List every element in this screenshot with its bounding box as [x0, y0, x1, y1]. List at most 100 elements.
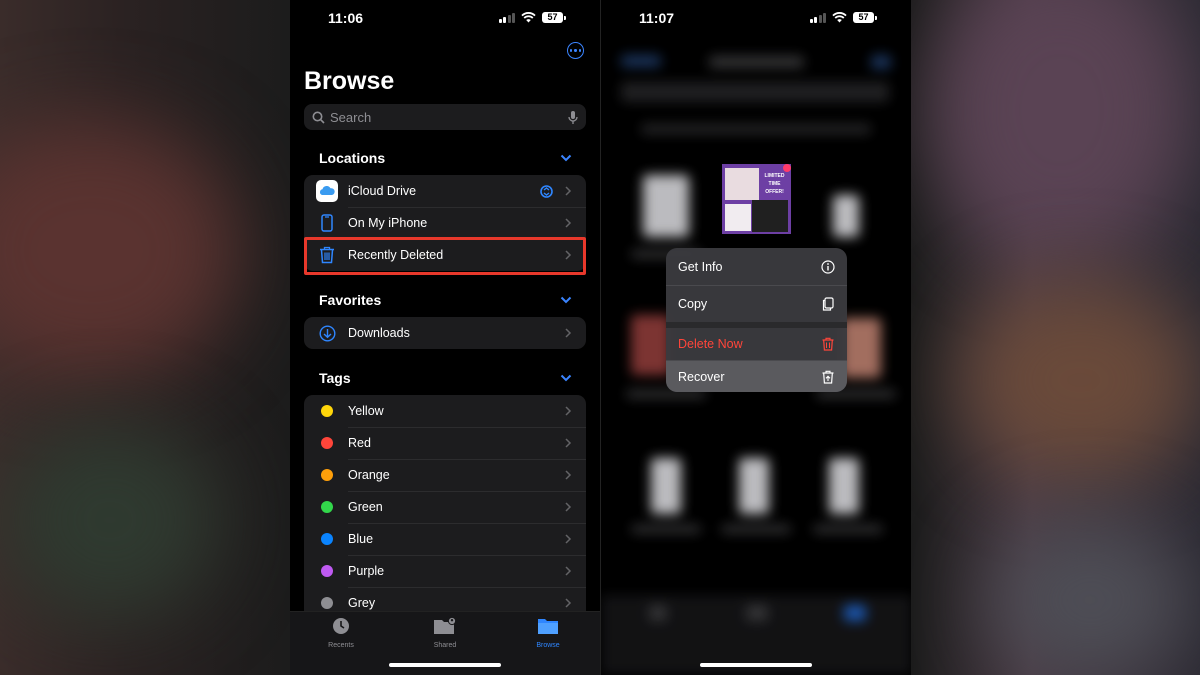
favorite-item-downloads[interactable]: Downloads	[304, 317, 586, 349]
blurred-filename	[813, 525, 883, 533]
menu-item-copy[interactable]: Copy	[666, 285, 847, 322]
menu-item-recover[interactable]: Recover	[666, 360, 847, 392]
more-options-button[interactable]	[567, 42, 584, 59]
cellular-signal-icon	[498, 12, 515, 23]
favorites-list: Downloads	[304, 317, 586, 349]
folder-icon	[538, 619, 558, 634]
trash-icon	[822, 337, 834, 351]
blurred-tab	[649, 605, 667, 621]
info-icon	[821, 259, 835, 274]
tag-label: Blue	[348, 532, 374, 546]
sync-icon	[540, 184, 553, 198]
blurred-file	[841, 318, 881, 378]
tag-label: Grey	[348, 596, 376, 610]
tag-label: Green	[348, 500, 383, 514]
tags-list: Yellow Red Orange Green Blue Purple Grey	[304, 395, 586, 627]
search-field[interactable]: Search	[304, 104, 586, 130]
tag-item-orange[interactable]: Orange	[304, 459, 586, 491]
menu-item-label: Copy	[678, 297, 708, 311]
blurred-title	[709, 56, 804, 68]
status-icons: 57	[498, 12, 566, 23]
tag-label: Red	[348, 436, 371, 450]
tag-item-green[interactable]: Green	[304, 491, 586, 523]
status-time: 11:06	[328, 10, 364, 26]
blurred-file	[833, 195, 859, 237]
menu-item-get-info[interactable]: Get Info	[666, 248, 847, 285]
tag-color-dot	[321, 533, 333, 545]
chevron-right-icon	[565, 598, 572, 608]
thumbnail-promo-text: LIMITED TIME OFFER!	[764, 173, 785, 195]
blurred-file	[643, 175, 689, 237]
location-item-icloud-drive[interactable]: iCloud Drive	[304, 175, 586, 207]
tag-item-yellow[interactable]: Yellow	[304, 395, 586, 427]
favorite-label: Downloads	[348, 326, 410, 340]
blurred-tab	[746, 605, 768, 621]
chevron-right-icon	[565, 566, 572, 576]
tag-label: Orange	[348, 468, 390, 482]
shared-folder-icon	[434, 616, 457, 634]
section-header-tags[interactable]: Tags	[319, 370, 351, 386]
blurred-file	[739, 458, 769, 514]
tag-item-purple[interactable]: Purple	[304, 555, 586, 587]
status-bar: 11:06 57	[290, 10, 600, 28]
iphone-icon	[316, 212, 338, 234]
location-item-on-my-iphone[interactable]: On My iPhone	[304, 207, 586, 239]
icloud-icon	[316, 180, 338, 202]
tag-label: Purple	[348, 564, 385, 578]
tab-bar: Recents Shared Browse	[290, 611, 600, 675]
blurred-file	[631, 315, 671, 375]
blurred-caption	[641, 124, 871, 134]
selected-file-thumbnail[interactable]: LIMITED TIME OFFER!	[722, 164, 791, 234]
section-header-favorites[interactable]: Favorites	[319, 292, 381, 308]
chevron-right-icon	[565, 218, 572, 228]
copy-icon	[822, 297, 834, 311]
chevron-right-icon	[565, 502, 572, 512]
chevron-right-icon	[565, 186, 572, 196]
blurred-file	[829, 458, 859, 514]
section-header-locations[interactable]: Locations	[319, 150, 385, 166]
blurred-search	[621, 82, 889, 102]
chevron-down-icon[interactable]	[560, 374, 572, 382]
battery-icon: 57	[542, 12, 566, 23]
chevron-right-icon	[565, 534, 572, 544]
tag-color-dot	[321, 501, 333, 513]
background-blob	[930, 0, 1190, 260]
battery-level: 57	[542, 12, 563, 23]
tab-shared[interactable]: Shared	[405, 616, 485, 649]
tab-recents[interactable]: Recents	[301, 617, 381, 649]
location-label: iCloud Drive	[348, 184, 417, 198]
location-label: On My iPhone	[348, 216, 428, 230]
tag-item-red[interactable]: Red	[304, 427, 586, 459]
chevron-right-icon	[565, 406, 572, 416]
home-indicator[interactable]	[700, 663, 812, 667]
microphone-icon[interactable]	[568, 110, 578, 125]
phone-recently-deleted-screen: 11:07 57 LIMITED TIME OFFER! Get Info Co…	[600, 0, 911, 675]
tab-label: Browse	[536, 642, 560, 649]
tab-browse[interactable]: Browse	[508, 617, 588, 649]
blurred-filename	[721, 525, 791, 533]
menu-item-label: Recover	[678, 369, 725, 384]
blurred-more-button	[871, 55, 891, 69]
search-icon	[312, 111, 325, 124]
background-blob	[990, 520, 1190, 675]
page-title: Browse	[304, 67, 395, 95]
search-placeholder: Search	[330, 109, 372, 125]
chevron-down-icon[interactable]	[560, 154, 572, 162]
tab-label: Recents	[328, 642, 354, 649]
download-icon	[316, 322, 338, 344]
tab-label: Shared	[433, 642, 457, 649]
context-menu: Get Info Copy Delete Now Recover	[666, 248, 847, 392]
menu-item-delete-now[interactable]: Delete Now	[666, 322, 847, 360]
chevron-right-icon	[565, 328, 572, 338]
blurred-filename	[631, 525, 701, 533]
tag-item-blue[interactable]: Blue	[304, 523, 586, 555]
home-indicator[interactable]	[389, 663, 501, 667]
recover-icon	[822, 370, 834, 384]
blurred-back-button	[621, 55, 661, 67]
chevron-right-icon	[565, 438, 572, 448]
background-blob	[0, 120, 240, 380]
menu-item-label: Get Info	[678, 259, 723, 274]
chevron-down-icon[interactable]	[560, 296, 572, 304]
background-blob	[0, 420, 220, 620]
tag-color-dot	[321, 597, 333, 609]
